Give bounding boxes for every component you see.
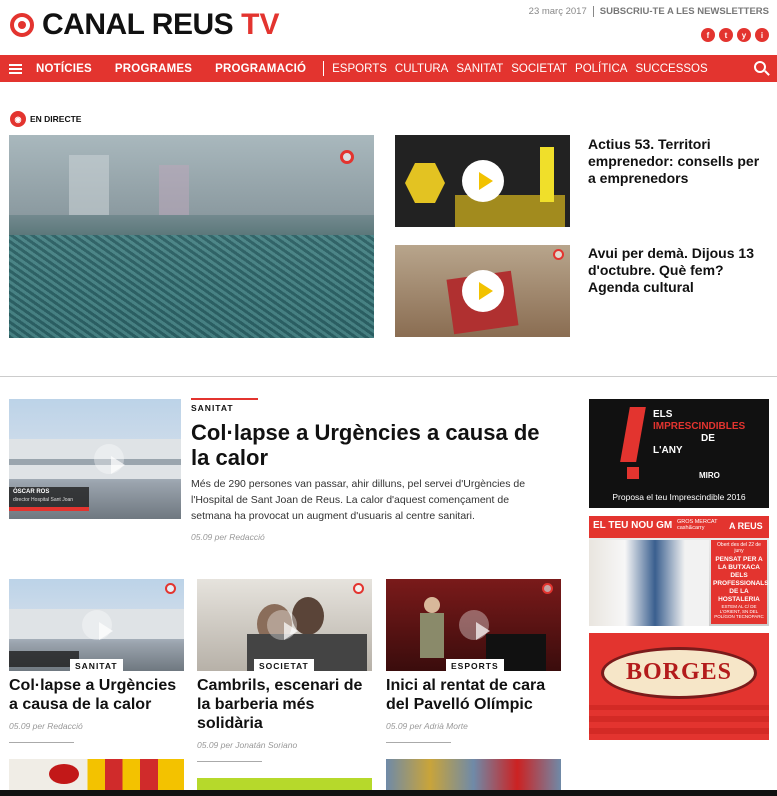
video-title-avui[interactable]: Avui per demà. Dijous 13 d'octubre. Què … bbox=[588, 245, 768, 296]
nav-societat[interactable]: SOCIETAT bbox=[511, 63, 567, 75]
video-thumb-avui[interactable] bbox=[395, 245, 570, 337]
exclamation-icon bbox=[620, 407, 646, 462]
play-icon[interactable] bbox=[458, 610, 490, 640]
caption-role: director Hospital Sant Joan bbox=[13, 497, 74, 503]
nav-programacio[interactable]: PROGRAMACIÓ bbox=[215, 63, 306, 75]
ad-gm-store: GROS MERCAT cash&carry bbox=[677, 519, 718, 531]
ad-borges-brand: BORGES bbox=[625, 659, 733, 685]
exclamation-dot bbox=[627, 467, 639, 479]
menu-icon[interactable] bbox=[9, 63, 22, 74]
play-icon[interactable] bbox=[81, 610, 113, 640]
channel-badge-icon bbox=[542, 583, 553, 594]
play-icon[interactable] bbox=[94, 444, 125, 474]
lead-meta: 05.09 per Redacció bbox=[191, 532, 265, 542]
nav-sanitat[interactable]: SANITAT bbox=[456, 63, 503, 75]
facebook-icon[interactable]: f bbox=[701, 28, 715, 42]
ad-gros-mercat[interactable]: EL TEU NOU GM GROS MERCAT cash&carry A R… bbox=[589, 516, 769, 626]
nav-divider bbox=[323, 61, 325, 76]
card-meta-cambrils: 05.09 per Jonatán Soriano bbox=[197, 740, 298, 750]
youtube-icon[interactable]: y bbox=[737, 28, 751, 42]
ad-line-4: L'ANY bbox=[653, 445, 683, 456]
logo-text: CANAL REUS bbox=[42, 8, 234, 41]
bottom-edge bbox=[0, 790, 777, 796]
nav-noticies[interactable]: NOTÍCIES bbox=[36, 63, 92, 75]
twitter-icon[interactable]: t bbox=[719, 28, 733, 42]
video-thumb-actius[interactable] bbox=[395, 135, 570, 227]
ad-line-1: ELS bbox=[653, 409, 673, 420]
card-image-cambrils[interactable] bbox=[197, 579, 372, 671]
nav-cultura[interactable]: CULTURA bbox=[395, 63, 448, 75]
lead-headline[interactable]: Col·lapse a Urgències a causa de la calo… bbox=[191, 420, 561, 470]
ad-line-3: DE bbox=[701, 433, 715, 444]
ad-gm-open: Obert des del 22 de juny bbox=[717, 542, 761, 554]
nav-politica[interactable]: POLÍTICA bbox=[575, 63, 627, 75]
card-meta-pavello: 05.09 per Adrià Morte bbox=[386, 721, 468, 731]
ad-brand: MIRO bbox=[699, 471, 720, 480]
ad-gm-slogan: PENSAT PER A LA BUTXACA DELS PROFESSIONA… bbox=[713, 556, 769, 603]
card-divider bbox=[386, 742, 451, 743]
search-icon[interactable] bbox=[754, 61, 766, 73]
caption-name: ÒSCAR ROS bbox=[13, 489, 50, 495]
card-title-urgencies[interactable]: Col·lapse a Urgències a causa de la calo… bbox=[9, 676, 184, 714]
ad-gm-addr: ESTEM AL C/ DE L'ORIENT, SN DEL POLÍGON … bbox=[714, 604, 764, 619]
logo-tv: TV bbox=[241, 8, 280, 41]
ad-gm-city: A REUS bbox=[729, 521, 763, 531]
channel-badge-icon bbox=[353, 583, 364, 594]
ad-borges[interactable]: BORGES bbox=[589, 633, 769, 740]
current-date: 23 març 2017 bbox=[529, 6, 594, 17]
header-top-right: 23 març 2017 SUBSCRIU-TE A LES NEWSLETTE… bbox=[529, 6, 769, 17]
live-text: EN DIRECTE bbox=[30, 114, 82, 124]
main-nav: NOTÍCIES PROGRAMES PROGRAMACIÓ ESPORTS C… bbox=[0, 55, 777, 82]
lead-summary: Més de 290 persones van passar, ahir dil… bbox=[191, 478, 526, 522]
card-meta-urgencies: 05.09 per Redacció bbox=[9, 721, 83, 731]
lead-article-image[interactable]: ÒSCAR ROS director Hospital Sant Joan bbox=[9, 399, 181, 519]
play-icon[interactable] bbox=[461, 160, 504, 202]
ad-line-2: IMPRESCINDIBLES bbox=[653, 421, 746, 432]
channel-badge-icon bbox=[340, 150, 354, 164]
card-tag-esports[interactable]: ESPORTS bbox=[446, 659, 504, 673]
nav-programes[interactable]: PROGRAMES bbox=[115, 63, 192, 75]
card-tag-societat[interactable]: SOCIETAT bbox=[254, 659, 314, 673]
broadcast-icon: ◉ bbox=[10, 111, 26, 127]
logo-icon bbox=[10, 13, 34, 37]
social-links: f t y i bbox=[701, 28, 769, 42]
nav-esports[interactable]: ESPORTS bbox=[332, 63, 387, 75]
ad-gm-top: EL TEU NOU GM bbox=[593, 520, 673, 531]
play-icon[interactable] bbox=[461, 270, 504, 312]
ad-cta: Proposa el teu Imprescindible 2016 bbox=[612, 492, 746, 502]
video-title-actius[interactable]: Actius 53. Territori emprenedor: consell… bbox=[588, 136, 768, 187]
card-divider bbox=[9, 742, 74, 743]
newsletter-link[interactable]: SUBSCRIU-TE A LES NEWSLETTERS bbox=[600, 6, 769, 17]
live-label: ◉ EN DIRECTE bbox=[10, 111, 81, 127]
card-title-cambrils[interactable]: Cambrils, escenari de la barberia més so… bbox=[197, 676, 372, 733]
card-image-urgencies[interactable] bbox=[9, 579, 184, 671]
channel-badge-icon bbox=[165, 583, 176, 594]
section-divider bbox=[0, 376, 777, 377]
nav-successos[interactable]: SUCCESSOS bbox=[635, 63, 707, 75]
card-tag-sanitat[interactable]: SANITAT bbox=[70, 659, 123, 673]
site-logo[interactable]: CANAL REUS TV bbox=[10, 8, 279, 42]
instagram-icon[interactable]: i bbox=[755, 28, 769, 42]
channel-badge-icon bbox=[553, 249, 564, 260]
lead-category-tag[interactable]: SANITAT bbox=[191, 398, 258, 413]
card-image-pavello[interactable] bbox=[386, 579, 561, 671]
card-divider bbox=[197, 761, 262, 762]
ad-imprescindibles[interactable]: ELS IMPRESCINDIBLES DE L'ANY MIRO Propos… bbox=[589, 399, 769, 508]
live-video-player[interactable] bbox=[9, 135, 374, 338]
card-title-pavello[interactable]: Inici al rentat de cara del Pavelló Olím… bbox=[386, 676, 561, 714]
play-icon[interactable] bbox=[267, 610, 298, 640]
